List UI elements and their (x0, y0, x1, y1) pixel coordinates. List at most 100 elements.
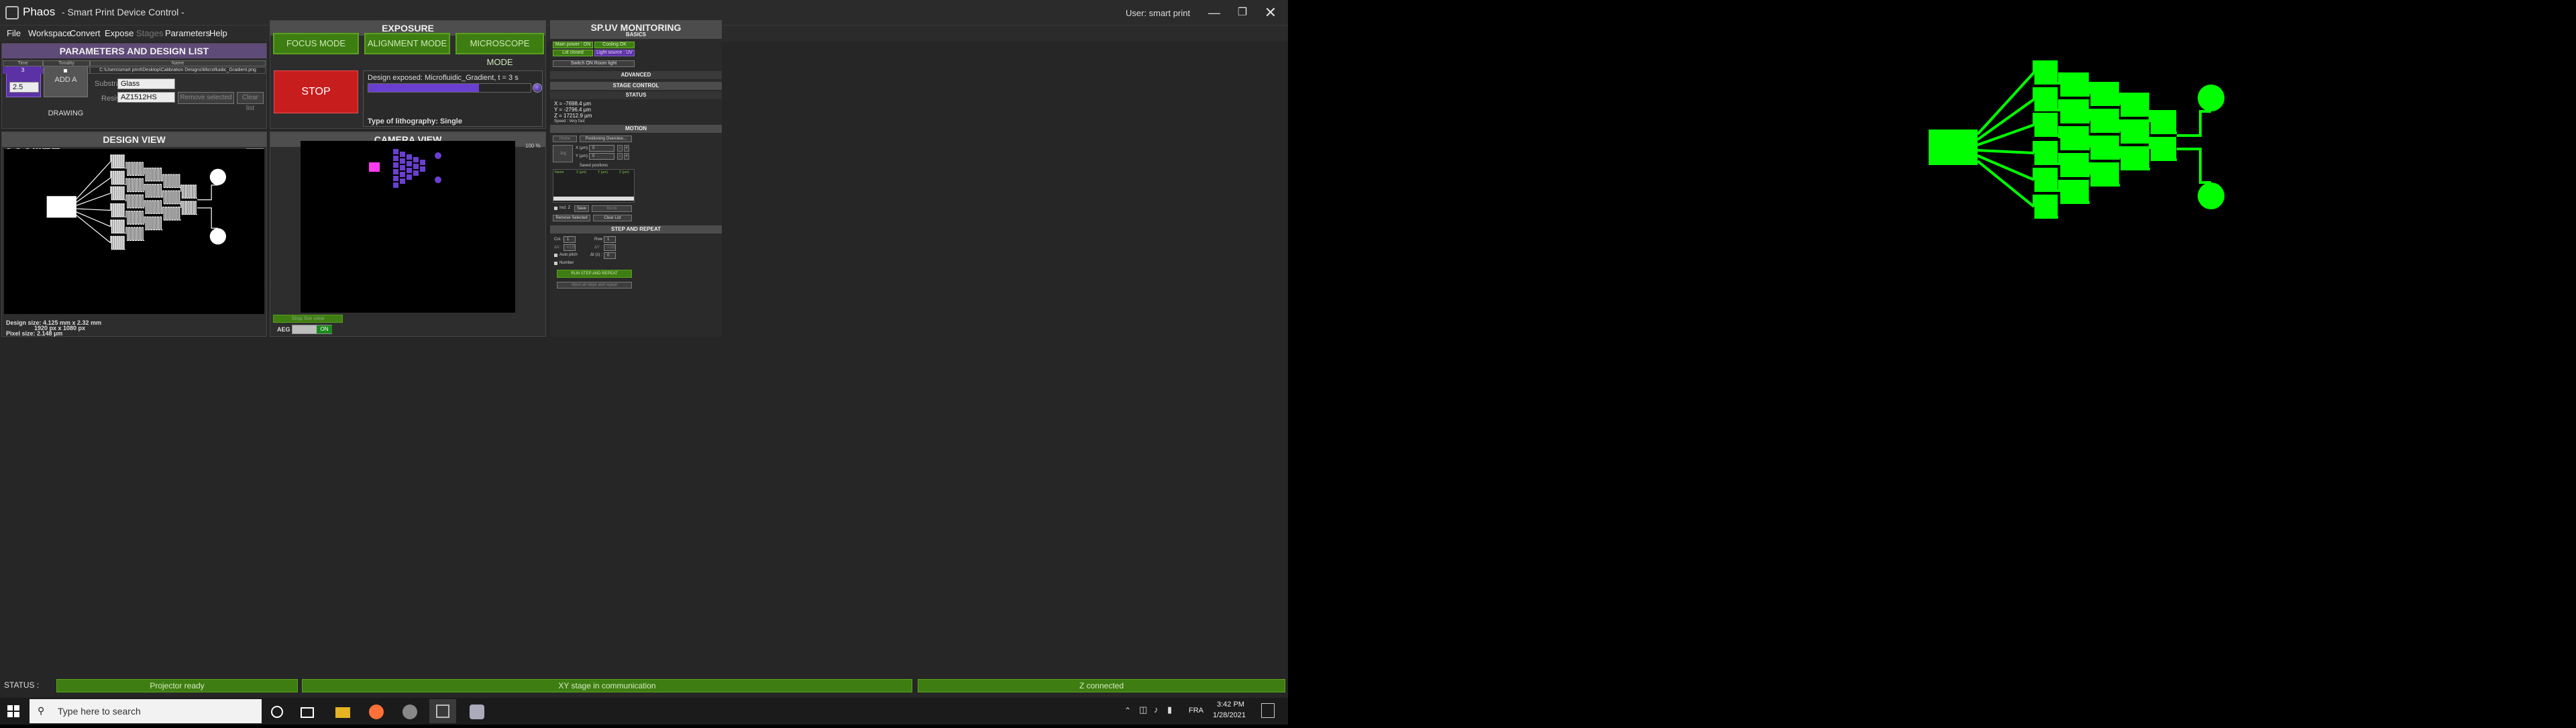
status-subheader: STATUS (550, 91, 722, 99)
jog-button[interactable]: Jog (553, 145, 573, 162)
x-um-input[interactable]: 0 (589, 145, 614, 152)
camera-inlet (369, 162, 380, 172)
clear-design-list-button[interactable]: Clear list (237, 92, 264, 112)
objective-select[interactable]: 2.5 (9, 82, 39, 93)
battery-icon[interactable]: ▮ (1167, 705, 1172, 715)
projector-output (1288, 0, 2576, 725)
design-canvas[interactable] (4, 149, 264, 314)
stop-live-view-button[interactable]: Stop live view (273, 315, 343, 323)
tonality-checkbox[interactable] (64, 69, 67, 72)
number-checkbox[interactable] (554, 262, 557, 265)
network-icon[interactable]: ◫ (1139, 705, 1147, 715)
camera-serpentine (400, 152, 405, 157)
app-icon-2[interactable] (470, 705, 484, 719)
x-plus-button[interactable]: + (624, 145, 629, 152)
microscope-mode-button[interactable]: MICROSCOPE MODE (455, 33, 544, 67)
serpentine-mixer (180, 185, 197, 199)
dy-input[interactable]: 2.320 (604, 244, 616, 251)
language-indicator[interactable]: FRA (1189, 707, 1203, 715)
camera-serpentine (393, 183, 398, 188)
serpentine-mixer (144, 200, 163, 214)
save-position-button[interactable]: Save (574, 205, 589, 212)
notification-icon[interactable] (1261, 703, 1275, 718)
serpentine-mixer (2033, 60, 2058, 85)
menu-parameters[interactable]: Parameters (165, 28, 210, 38)
advanced-header[interactable]: ADVANCED (550, 71, 722, 79)
menu-workspace[interactable]: Workspace (28, 28, 72, 38)
room-light-button[interactable]: Switch ON Room light (553, 60, 635, 67)
menu-stages[interactable]: Stages (136, 28, 163, 38)
home-button[interactable]: Home (553, 136, 577, 142)
clear-positions-button[interactable]: Clear List (593, 215, 632, 221)
y-minus-button[interactable]: - (617, 153, 623, 160)
task-view-icon[interactable] (301, 707, 314, 718)
resist-select[interactable]: AZ1512HS (117, 92, 175, 103)
pos-header-x: X (µm) (576, 170, 587, 174)
maximize-icon[interactable]: ❐ (1229, 3, 1256, 23)
abort-step-repeat-button[interactable]: Abort all steps and repeat (557, 282, 632, 289)
remove-selected-position-button[interactable]: Remove Selected (553, 215, 590, 221)
y-um-label: Y (µm) : (576, 154, 590, 158)
camera-design-overlay (369, 149, 441, 188)
positioning-overview-button[interactable]: Positioning Overview... (580, 136, 632, 142)
incl-z-checkbox[interactable] (554, 207, 557, 210)
clock-date[interactable]: 1/28/2021 (1213, 711, 1246, 719)
col-input[interactable]: 1 (564, 236, 576, 243)
alignment-mode-button[interactable]: ALIGNMENT MODE (364, 33, 450, 54)
col-label: Col. : (554, 238, 564, 242)
menu-expose[interactable]: Expose (105, 28, 133, 38)
firefox-icon[interactable] (369, 705, 384, 719)
chevron-up-icon[interactable]: ⌃ (1124, 706, 1131, 715)
clock-time[interactable]: 3:42 PM (1217, 700, 1244, 709)
auto-pitch-checkbox[interactable] (554, 254, 557, 257)
serpentine-mixer (110, 203, 125, 217)
x-minus-button[interactable]: - (617, 145, 623, 152)
serpentine-mixer (125, 162, 145, 176)
menu-file[interactable]: File (7, 28, 21, 38)
camera-serpentine (407, 174, 412, 180)
menu-help[interactable]: Help (209, 28, 227, 38)
stop-button[interactable]: STOP (274, 70, 358, 113)
row-input[interactable]: 1 (604, 236, 616, 243)
minimize-icon[interactable]: — (1201, 3, 1228, 23)
serpentine-mixer (110, 186, 125, 201)
remove-selected-design-button[interactable]: Remove selected (178, 92, 234, 104)
dt-input[interactable]: 0 (604, 252, 616, 259)
windows-start-icon[interactable] (7, 705, 20, 718)
saved-positions-table[interactable]: Name X (µm) Y (µm) Z (µm) (553, 169, 635, 203)
focus-mode-button[interactable]: FOCUS MODE (273, 33, 359, 54)
run-step-repeat-button[interactable]: RUN STEP AND REPEAT (557, 270, 632, 278)
user-label: User: smart print (1126, 8, 1191, 18)
menu-convert[interactable]: Convert (70, 28, 101, 38)
file-explorer-icon[interactable] (335, 707, 350, 718)
serpentine-mixer (125, 178, 145, 193)
close-icon[interactable]: ✕ (1257, 3, 1284, 23)
pos-table-scrollbar[interactable] (553, 197, 634, 201)
taskbar-active-app[interactable] (429, 699, 456, 723)
stage-z: Z = 17212.9 µm (554, 113, 592, 119)
row-tonality[interactable] (43, 67, 90, 74)
goto-position-button[interactable]: Go to (592, 205, 632, 212)
camera-serpentine (393, 162, 398, 168)
microfluidic-design (46, 154, 227, 250)
camera-serpentine (407, 168, 412, 173)
serpentine-mixer (162, 207, 181, 221)
dt-label: Δt (s) : (590, 253, 602, 257)
aeg-toggle[interactable]: ON (292, 325, 332, 334)
camera-canvas[interactable] (301, 141, 515, 313)
y-plus-button[interactable]: + (624, 153, 629, 160)
taskbar-search-input[interactable]: ⚲ Type here to search (30, 699, 262, 723)
outlet-channel-bottom (2177, 148, 2211, 184)
table-row[interactable]: 3 C:\Users\smart print\Desktop\Calibrati… (3, 67, 266, 74)
serpentine-mixer (2149, 110, 2177, 134)
app-icon-1[interactable] (402, 705, 417, 719)
auto-pitch-label: Auto pitch (559, 253, 578, 257)
projector-design (1929, 60, 2224, 219)
serpentine-mixer (2033, 168, 2058, 192)
volume-icon[interactable]: ♪ (1154, 705, 1159, 715)
dx-input[interactable]: 4.125 (564, 244, 576, 251)
substrate-select[interactable]: Glass (117, 79, 175, 89)
y-um-input[interactable]: 0 (589, 153, 614, 160)
camera-serpentine (393, 176, 398, 181)
cortana-icon[interactable] (271, 706, 283, 718)
